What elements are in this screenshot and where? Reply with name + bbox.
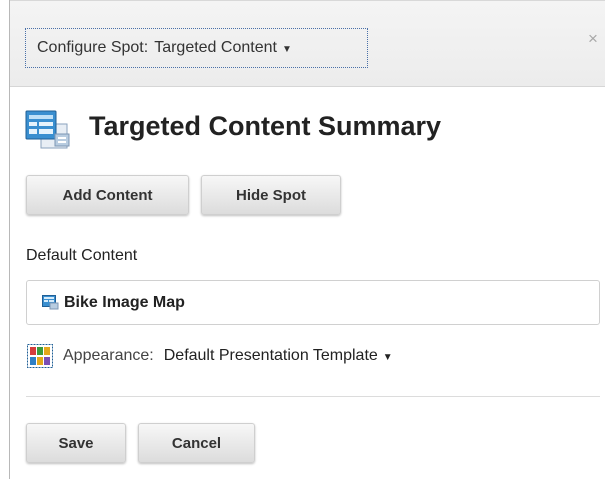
cancel-button[interactable]: Cancel — [138, 423, 255, 463]
presentation-template-icon — [27, 344, 53, 368]
configure-spot-label: Configure Spot: — [37, 39, 149, 56]
close-icon[interactable]: × — [588, 29, 598, 49]
default-content-item: Bike Image Map — [64, 293, 185, 311]
appearance-template-dropdown[interactable]: Default Presentation Template — [164, 347, 378, 365]
divider — [26, 396, 600, 397]
caret-down-icon[interactable]: ▼ — [383, 352, 393, 363]
page-title: Targeted Content Summary — [89, 111, 442, 141]
image-map-icon — [42, 295, 59, 310]
appearance-label: Appearance: — [63, 347, 154, 364]
default-content-label: Default Content — [26, 247, 138, 264]
configure-spot-value: Targeted Content — [154, 39, 277, 56]
hide-spot-button[interactable]: Hide Spot — [201, 175, 341, 215]
save-button[interactable]: Save — [26, 423, 126, 463]
targeted-content-summary-icon — [25, 110, 70, 149]
appearance-row: Appearance: Default Presentation Templat… — [27, 344, 393, 368]
caret-down-icon: ▼ — [281, 43, 292, 55]
configure-spot-dropdown[interactable]: Configure Spot: Targeted Content ▼ — [25, 28, 368, 68]
add-content-button[interactable]: Add Content — [26, 175, 189, 215]
default-content-field[interactable]: Bike Image Map — [26, 280, 600, 325]
